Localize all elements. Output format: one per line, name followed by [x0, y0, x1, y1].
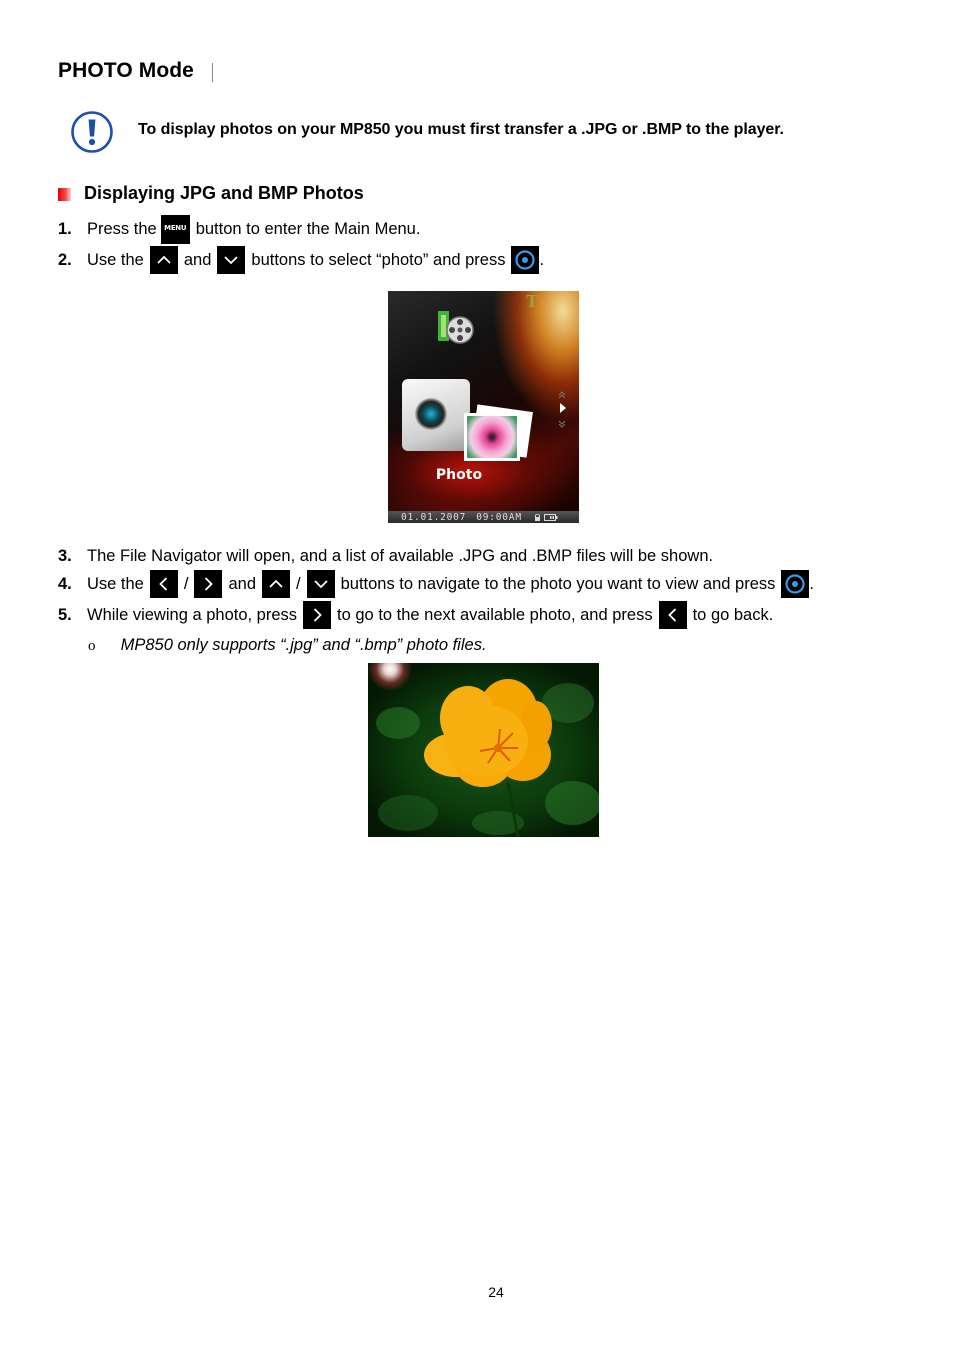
step-number: 1.: [58, 219, 72, 238]
down-key-icon: [217, 246, 246, 274]
menu-key-label: MENU: [164, 223, 187, 232]
step-1: 1. Press the MENU button to enter the Ma…: [58, 214, 420, 244]
device-screenshot: T Photo 01.01.2007 09:00AM: [388, 291, 579, 523]
right-key-icon: [303, 601, 332, 629]
notice-text: To display photos on your MP850 you must…: [138, 121, 784, 138]
step-text: The File Navigator will open, and a list…: [87, 546, 714, 565]
battery-icon: [543, 513, 558, 521]
photo-card: [464, 413, 520, 461]
down-key-icon: [306, 570, 335, 598]
text-app-icon: T: [526, 291, 539, 311]
step-text: to go to the next available photo, and p…: [337, 605, 653, 624]
note-item: o MP850 only supports “.jpg” and “.bmp” …: [88, 636, 487, 655]
step-number: 5.: [58, 605, 72, 624]
step-text: buttons to select “photo” and press: [251, 250, 506, 269]
title-divider: [212, 63, 213, 82]
device-status-bar: 01.01.2007 09:00AM: [388, 511, 579, 523]
section-bullet: [58, 188, 71, 201]
step-text: .: [809, 574, 814, 593]
select-key-icon: [781, 570, 810, 598]
section-title: Displaying JPG and BMP Photos: [84, 183, 364, 203]
note-bullet: o: [88, 638, 96, 654]
device-date: 01.01.2007: [401, 511, 467, 523]
device-menu-label: Photo: [435, 467, 483, 483]
step-number: 4.: [58, 574, 72, 593]
step-text: .: [539, 250, 545, 269]
menu-key-icon: MENU: [160, 214, 190, 244]
exclamation-circle-icon: [70, 110, 114, 154]
step-3: 3. The File Navigator will open, and a l…: [58, 541, 713, 571]
page-number: 24: [488, 1284, 504, 1300]
step-2: 2. Use the and buttons to select “photo”…: [58, 245, 544, 275]
step-text: and: [183, 250, 212, 269]
up-key-icon: [149, 246, 178, 274]
step-text: Use the: [87, 574, 144, 593]
device-time: 09:00AM: [476, 511, 522, 523]
step-5: 5. While viewing a photo, press to go to…: [58, 600, 773, 630]
left-key-icon: [658, 601, 687, 629]
step-text: buttons to navigate to the photo you wan…: [340, 574, 776, 593]
flower-image: [376, 679, 599, 837]
lock-icon: [534, 513, 540, 521]
right-key-icon: [194, 570, 223, 598]
step-4: 4. Use the / and / buttons to navigate t…: [58, 569, 814, 599]
scroll-arrows-icon: [558, 391, 566, 428]
page-title: PHOTO Mode: [58, 59, 194, 82]
step-number: 2.: [58, 250, 72, 269]
step-text: /: [183, 574, 189, 593]
step-text: button to enter the Main Menu.: [195, 219, 421, 238]
camera-lens: [415, 398, 447, 430]
step-text: and: [228, 574, 256, 593]
step-text: Press the: [87, 219, 157, 238]
step-text: to go back.: [692, 605, 774, 624]
step-text: /: [296, 574, 301, 593]
left-key-icon: [149, 570, 178, 598]
note-text: MP850 only supports “.jpg” and “.bmp” ph…: [120, 636, 487, 654]
select-key-icon: [511, 246, 540, 274]
sample-flower-photo: [368, 663, 599, 837]
step-number: 3.: [58, 546, 72, 565]
up-key-icon: [262, 570, 290, 598]
video-film-icon: [438, 311, 474, 344]
step-text: Use the: [87, 250, 144, 269]
step-text: While viewing a photo, press: [87, 605, 298, 624]
